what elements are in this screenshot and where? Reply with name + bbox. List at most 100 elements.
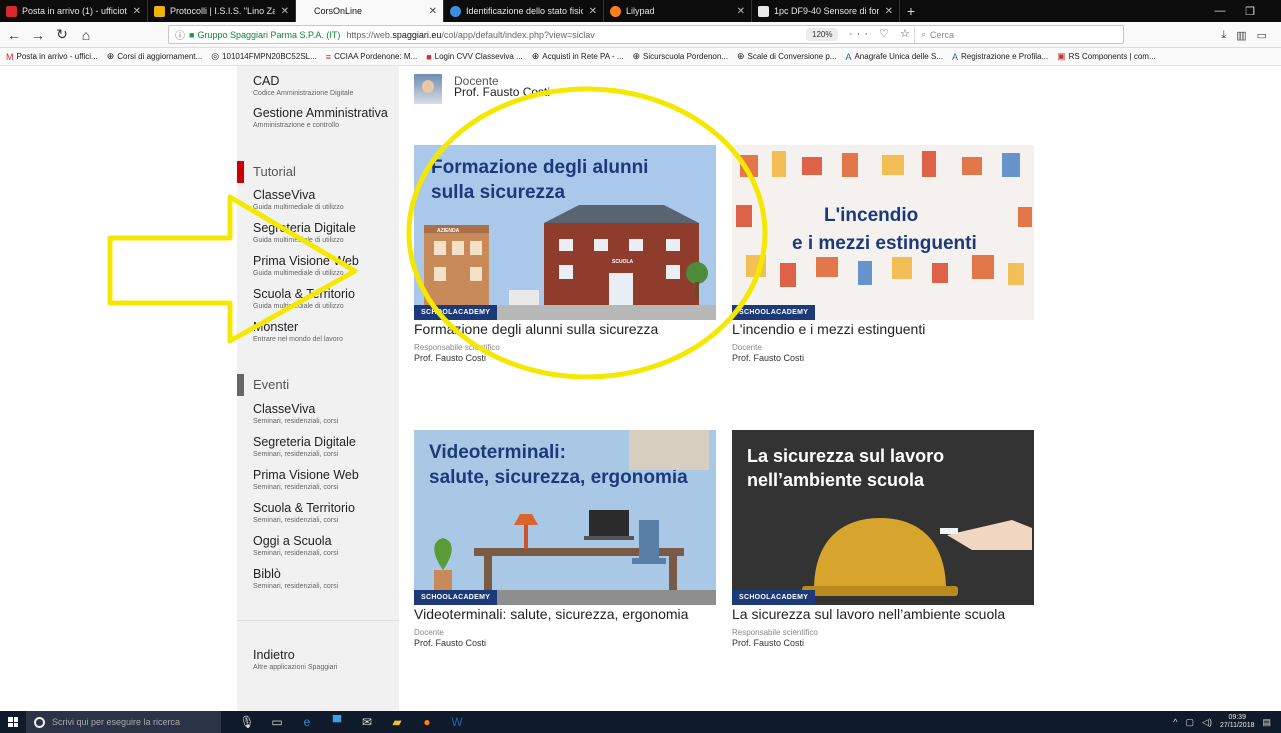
bookmark-item[interactable]: ≡ CCIAA Pordenone: M... — [326, 52, 417, 62]
page-actions-icon[interactable]: ··· ♡ ☆ — [849, 27, 914, 40]
rs-icon: ▣ — [1057, 51, 1066, 61]
sidebar-item-classeviva-eventi[interactable]: ClasseViva Seminari, residenziali, corsi — [253, 402, 338, 426]
forward-icon[interactable]: → — [26, 24, 50, 46]
schoolacademy-badge: SCHOOLACADEMY — [414, 590, 498, 605]
bookmark-item[interactable]: A Registrazione e Profila... — [952, 52, 1048, 62]
system-tray: ^ ▢ ◁) 09:39 27/11/2018 ▤ — [1173, 711, 1271, 733]
zoom-level[interactable]: 120% — [806, 28, 839, 41]
globe-icon: ◎ — [211, 51, 220, 61]
word-icon[interactable]: W — [449, 715, 465, 729]
bookmark-item[interactable]: ⊕ Scale di Conversione p... — [737, 51, 836, 62]
schoolacademy-badge: SCHOOLACADEMY — [732, 305, 816, 320]
close-icon[interactable]: ✕ — [281, 6, 289, 17]
close-icon[interactable]: ✕ — [133, 6, 141, 17]
info-icon[interactable]: ⓘ — [175, 27, 185, 42]
tab-sensore[interactable]: 1pc DF9-40 Sensore di forza scr✕ — [752, 0, 900, 22]
course-title[interactable]: Videoterminali: salute, sicurezza, ergon… — [414, 606, 688, 622]
sidebar-item-indietro[interactable]: Indietro Altre applicazioni Spaggiari — [253, 648, 337, 672]
course-title[interactable]: La sicurezza sul lavoro nell’ambiente sc… — [732, 606, 1005, 622]
globe-icon: ⊕ — [632, 51, 641, 61]
office-illustration — [414, 430, 716, 605]
store-icon[interactable]: ▀ — [329, 715, 345, 729]
url-organization: Gruppo Spaggiari Parma S.P.A. (IT) — [197, 29, 341, 40]
back-icon[interactable]: ← — [2, 24, 26, 46]
tab-identificazione[interactable]: Identificazione dello stato fisic ✕ — [444, 0, 604, 22]
tab-protocolli[interactable]: Protocolli | I.S.I.S. "Lino Zanuss✕ — [148, 0, 296, 22]
bookmark-item[interactable]: A Anagrafe Unica delle S... — [845, 52, 943, 62]
mail-icon[interactable]: ✉ — [359, 715, 375, 729]
network-icon[interactable]: ▢ — [1186, 717, 1195, 728]
new-tab-button[interactable]: + — [900, 0, 922, 22]
bookmark-item[interactable]: M Posta in arrivo - uffici... — [6, 52, 98, 62]
taskbar-search-input[interactable]: Scrivi qui per eseguire la ricerca — [26, 711, 221, 733]
course-thumbnail[interactable]: L'incendio e i mezzi estinguenti SCHOOLA… — [732, 145, 1034, 320]
close-icon[interactable]: ✕ — [589, 6, 597, 17]
url-bar[interactable]: ⓘ ■ Gruppo Spaggiari Parma S.P.A. (IT) h… — [168, 25, 1124, 44]
bookmark-item[interactable]: ⊕ Acquisti in Rete PA - ... — [532, 51, 624, 62]
home-icon[interactable]: ⌂ — [74, 24, 98, 46]
site-icon — [758, 5, 769, 17]
course-thumbnail[interactable]: Videoterminali: salute, sicurezza, ergono… — [414, 430, 716, 605]
bookmark-item[interactable]: ▣ RS Components | com... — [1057, 51, 1156, 62]
section-eventi: Eventi — [237, 374, 399, 396]
minimize-icon[interactable]: — — [1206, 0, 1234, 22]
reload-icon[interactable]: ↻ — [50, 24, 74, 46]
sidebar-item-cad[interactable]: CAD Codice Amministrazione Digitale — [253, 74, 353, 98]
search-input[interactable]: ⌕ Cerca — [914, 26, 1124, 43]
clock[interactable]: 09:39 27/11/2018 — [1220, 714, 1255, 730]
close-icon[interactable]: ✕ — [429, 6, 437, 17]
tab-posta[interactable]: Posta in arrivo (1) - ufficiotecn✕ — [0, 0, 148, 22]
firefox-icon[interactable]: ● — [419, 715, 435, 729]
course-thumbnail[interactable]: La sicurezza sul lavoro nell’ambiente scu… — [732, 430, 1034, 605]
microphone-icon[interactable]: 🎙 — [239, 715, 255, 729]
lock-icon: ■ — [189, 29, 195, 40]
sidebar-item-oggiascuola[interactable]: Oggi a Scuola Seminari, residenziali, cor… — [253, 534, 338, 558]
close-icon[interactable]: ✕ — [885, 6, 893, 17]
tab-bar: Posta in arrivo (1) - ufficiotecn✕ Proto… — [0, 0, 1281, 22]
sidebar-item-scuola-tutorial[interactable]: Scuola & Territorio Guida multimediale di… — [253, 287, 355, 311]
globe-icon: ⊕ — [106, 51, 115, 61]
task-view-icon[interactable]: ▭ — [269, 715, 285, 729]
school-illustration — [414, 205, 716, 320]
download-icon[interactable]: ⤓ — [1221, 29, 1226, 42]
sidebar-item-primavisione-tutorial[interactable]: Prima Visione Web Guida multimediale di u… — [253, 254, 359, 278]
library-icon[interactable]: ▥ — [1236, 29, 1246, 42]
schoolacademy-badge: SCHOOLACADEMY — [732, 590, 816, 605]
sidebar-item-monster[interactable]: Monster Entrare nel mondo del lavoro — [253, 320, 343, 344]
globe-icon: ⊕ — [531, 51, 540, 61]
sidebar-item-gestione[interactable]: Gestione Amministrativa Amministrazione e… — [253, 106, 388, 130]
sidebar-item-scuola-eventi[interactable]: Scuola & Territorio Seminari, residenzial… — [253, 501, 355, 525]
course-title[interactable]: Formazione degli alunni sulla sicurezza — [414, 321, 658, 337]
maximize-icon[interactable]: ❐ — [1236, 0, 1264, 22]
bookmark-item[interactable]: ⊕ Corsi di aggiornament... — [107, 51, 202, 62]
tab-corsonline[interactable]: CorsOnLine ✕ — [296, 0, 444, 22]
bookmark-item[interactable]: ⊕ Sicurscuola Pordenon... — [632, 51, 727, 62]
sidebar-item-segreteria-tutorial[interactable]: Segreteria Digitale Guida multimediale di… — [253, 221, 356, 245]
url-text: https://web.spaggiari.eu/col/app/default… — [346, 29, 595, 40]
sidebar-item-biblo[interactable]: Biblò Seminari, residenziali, corsi — [253, 567, 338, 591]
sidebar-icon[interactable]: ▭ — [1257, 29, 1267, 42]
course-thumbnail[interactable]: Formazione degli alunni sulla sicurezza A… — [414, 145, 716, 320]
edge-icon[interactable]: e — [299, 715, 315, 729]
helmet-illustration — [802, 518, 1032, 596]
search-icon: ⌕ — [921, 29, 927, 39]
sidebar-item-segreteria-eventi[interactable]: Segreteria Digitale Seminari, residenzial… — [253, 435, 356, 459]
sidebar-item-classeviva-tutorial[interactable]: ClasseViva Guida multimediale di utilizzo — [253, 188, 344, 212]
close-icon[interactable]: ✕ — [737, 6, 745, 17]
tab-lilypad[interactable]: Lilypad ✕ — [604, 0, 752, 22]
mail-icon — [6, 5, 17, 17]
course-title[interactable]: L'incendio e i mezzi estinguenti — [732, 321, 925, 337]
anagrafe-icon: A — [951, 51, 958, 62]
folder-icon[interactable]: ▰ — [389, 715, 405, 729]
sidebar-item-primavisione-eventi[interactable]: Prima Visione Web Seminari, residenziali,… — [253, 468, 359, 492]
windows-icon[interactable] — [0, 711, 26, 733]
anagrafe-icon: A — [845, 51, 852, 62]
mail-icon: M — [6, 51, 14, 62]
volume-icon[interactable]: ◁) — [1202, 717, 1212, 728]
globe-icon: ⊕ — [736, 51, 745, 61]
chevron-up-icon[interactable]: ^ — [1173, 717, 1177, 727]
bookmark-item[interactable]: ■ Login CVV Classeviva ... — [426, 52, 522, 62]
schoolacademy-badge: SCHOOLACADEMY — [414, 305, 498, 320]
bookmark-item[interactable]: ◎ 101014FMPN20BC52SL... — [211, 51, 317, 62]
notification-icon[interactable]: ▤ — [1262, 717, 1271, 728]
